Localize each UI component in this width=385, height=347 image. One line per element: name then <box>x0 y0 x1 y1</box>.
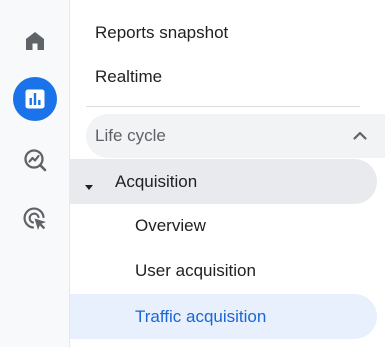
nav-item-label: Overview <box>135 216 206 235</box>
nav-item-realtime[interactable]: Realtime <box>95 55 162 99</box>
home-icon <box>23 29 47 53</box>
reports-icon <box>24 88 46 110</box>
icon-rail <box>0 0 70 347</box>
explore-icon <box>22 147 48 173</box>
topic-acquisition[interactable]: Acquisition <box>70 159 377 204</box>
advertising-icon <box>22 206 48 232</box>
reports-button[interactable] <box>13 77 57 121</box>
advertising-button[interactable] <box>13 197 57 241</box>
home-button[interactable] <box>13 19 57 63</box>
nav-item-overview[interactable]: Overview <box>135 216 206 236</box>
nav-item-label: User acquisition <box>135 261 256 280</box>
nav-item-label: Reports snapshot <box>95 23 229 42</box>
nav-item-user-acquisition[interactable]: User acquisition <box>135 261 256 281</box>
nav-item-traffic-acquisition[interactable]: Traffic acquisition <box>70 294 377 339</box>
analytics-nav-panel: Reports snapshot Realtime Life cycle Acq… <box>0 0 385 347</box>
caret-down-icon <box>84 177 94 197</box>
nav-item-label: Realtime <box>95 67 163 86</box>
topic-label: Acquisition <box>115 171 198 191</box>
nav-item-label: Traffic acquisition <box>135 307 267 326</box>
nav-divider <box>86 106 360 107</box>
collection-label: Life cycle <box>95 126 166 145</box>
explore-button[interactable] <box>13 138 57 182</box>
reports-nav: Reports snapshot Realtime Life cycle Acq… <box>70 0 385 347</box>
collection-life-cycle[interactable]: Life cycle <box>86 114 385 158</box>
chevron-up-icon <box>351 127 369 150</box>
nav-item-reports-snapshot[interactable]: Reports snapshot <box>95 11 228 55</box>
